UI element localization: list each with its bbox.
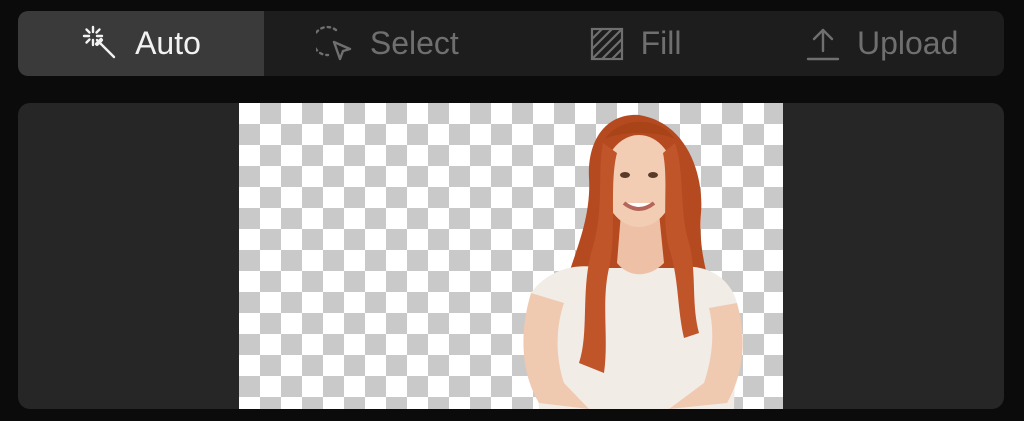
tab-select-label: Select xyxy=(369,25,459,61)
transparent-canvas[interactable] xyxy=(239,103,783,409)
tab-auto-label: Auto xyxy=(135,25,201,61)
lasso-select-icon xyxy=(315,24,356,64)
tab-fill-label: Fill xyxy=(640,25,682,61)
tab-fill[interactable]: Fill xyxy=(511,11,758,76)
fill-pattern-icon xyxy=(587,24,627,64)
mode-toolbar: Auto Select Fill Upload xyxy=(18,11,1004,76)
upload-icon xyxy=(803,24,843,64)
tab-auto[interactable]: Auto xyxy=(18,11,264,76)
tab-upload-label: Upload xyxy=(856,25,959,61)
portrait-cutout xyxy=(523,114,743,409)
canvas-panel xyxy=(18,103,1004,409)
magic-wand-icon xyxy=(81,24,121,64)
tab-upload[interactable]: Upload xyxy=(757,11,1004,76)
tab-select[interactable]: Select xyxy=(264,11,511,76)
